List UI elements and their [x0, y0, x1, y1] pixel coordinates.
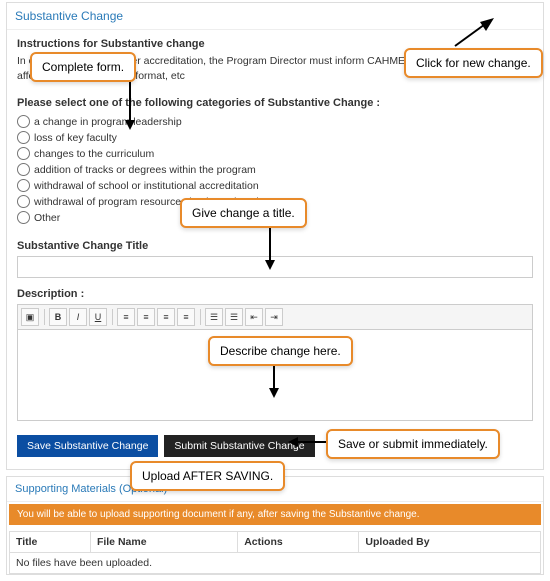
- arrow-describe: [264, 360, 284, 400]
- radio-input[interactable]: [17, 163, 30, 176]
- bold-button[interactable]: B: [49, 308, 67, 326]
- align-center-button[interactable]: ≡: [137, 308, 155, 326]
- callout-give-title: Give change a title.: [180, 198, 307, 228]
- align-left-button[interactable]: ≡: [117, 308, 135, 326]
- empty-message: No files have been uploaded.: [10, 553, 541, 574]
- list-ordered-button[interactable]: ☰: [205, 308, 223, 326]
- files-table: Title File Name Actions Uploaded By No f…: [9, 531, 541, 574]
- categories-label: Please select one of the following categ…: [17, 97, 533, 109]
- toolbar-separator: [44, 309, 45, 325]
- source-button[interactable]: ▣: [21, 308, 39, 326]
- category-option[interactable]: withdrawal of school or institutional ac…: [17, 179, 533, 192]
- arrow-save-submit: [288, 434, 328, 450]
- arrow-complete-form: [118, 74, 148, 134]
- category-option[interactable]: a change in program leadership: [17, 115, 533, 128]
- radio-label: a change in program leadership: [34, 116, 182, 128]
- radio-input[interactable]: [17, 179, 30, 192]
- callout-describe: Describe change here.: [208, 336, 353, 366]
- radio-label: Other: [34, 212, 60, 224]
- toolbar-separator: [112, 309, 113, 325]
- callout-complete-form: Complete form.: [30, 52, 136, 82]
- underline-button[interactable]: U: [89, 308, 107, 326]
- indent-button[interactable]: ⇥: [265, 308, 283, 326]
- radio-label: loss of key faculty: [34, 132, 117, 144]
- list-unordered-button[interactable]: ☰: [225, 308, 243, 326]
- radio-label: withdrawal of school or institutional ac…: [34, 180, 259, 192]
- radio-input[interactable]: [17, 115, 30, 128]
- arrow-give-title: [260, 222, 280, 272]
- arrow-new-change: [450, 16, 500, 50]
- radio-label: addition of tracks or degrees within the…: [34, 164, 256, 176]
- category-option[interactable]: changes to the curriculum: [17, 147, 533, 160]
- category-option[interactable]: loss of key faculty: [17, 131, 533, 144]
- save-button[interactable]: Save Substantive Change: [17, 435, 158, 457]
- callout-upload-after: Upload AFTER SAVING.: [130, 461, 285, 491]
- category-option[interactable]: addition of tracks or degrees within the…: [17, 163, 533, 176]
- align-justify-button[interactable]: ≡: [177, 308, 195, 326]
- radio-input[interactable]: [17, 147, 30, 160]
- table-row-empty: No files have been uploaded.: [10, 553, 541, 574]
- radio-input[interactable]: [17, 195, 30, 208]
- callout-save-submit: Save or submit immediately.: [326, 429, 500, 459]
- align-right-button[interactable]: ≡: [157, 308, 175, 326]
- radio-label: changes to the curriculum: [34, 148, 154, 160]
- description-label: Description :: [17, 288, 533, 300]
- radio-input[interactable]: [17, 131, 30, 144]
- editor-toolbar: ▣ B I U ≡ ≡ ≡ ≡ ☰ ☰ ⇤ ⇥: [18, 305, 532, 330]
- outdent-button[interactable]: ⇤: [245, 308, 263, 326]
- callout-new-change: Click for new change.: [404, 48, 543, 78]
- radio-input[interactable]: [17, 211, 30, 224]
- supporting-materials-panel: Supporting Materials (Optional) You will…: [6, 476, 544, 575]
- italic-button[interactable]: I: [69, 308, 87, 326]
- upload-notice: You will be able to upload supporting do…: [9, 504, 541, 525]
- toolbar-separator: [200, 309, 201, 325]
